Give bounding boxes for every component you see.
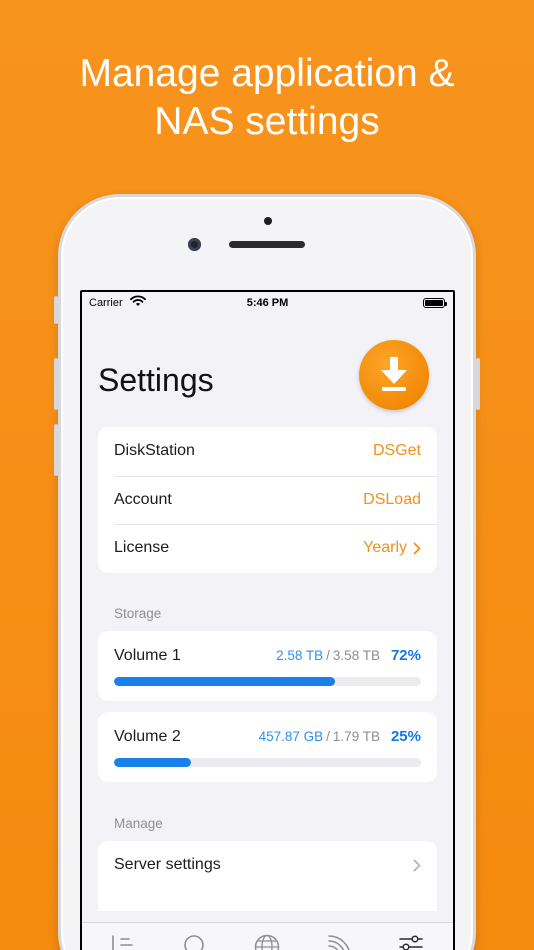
volume-1-total: 3.58 TB [332,648,380,663]
server-settings-row[interactable]: Server settings [98,841,437,890]
account-value: DSLoad [363,490,421,508]
manage-section-label: Manage [114,816,163,831]
download-arrow-icon [381,357,407,391]
volume-2-percent: 25% [390,728,421,745]
account-row[interactable]: Account DSLoad [98,475,437,525]
headline-line-2: NAS settings [154,100,380,143]
tab-bar [82,922,453,950]
rss-icon [328,934,350,950]
license-label: License [114,539,170,557]
globe-icon [255,934,280,950]
phone-volume-up [54,358,58,410]
battery-icon [423,298,447,308]
chevron-right-icon [413,542,421,555]
status-time: 5:46 PM [246,297,289,309]
page-title: Settings [98,362,214,398]
volume-2-separator: / [326,729,330,744]
volume-2-progress-fill [114,758,191,767]
volume-2-name: Volume 2 [114,728,181,745]
headline-line-1: Manage application & [79,52,455,95]
diskstation-row[interactable]: DiskStation DSGet [98,427,437,476]
phone-power-button [476,358,480,410]
account-label: Account [114,490,172,508]
volume-2-card[interactable]: Volume 2 457.87 GB / 1.79 TB 25% [98,712,437,782]
volume-2-used: 457.87 GB [258,729,324,744]
sliders-icon [399,934,423,950]
server-settings-label: Server settings [114,856,221,874]
volume-1-progress-track [114,677,421,686]
volume-2-total: 1.79 TB [332,729,380,744]
headline: Manage application & NAS settings [0,50,534,146]
phone-screen: Carrier 5:46 PM Settings DiskStation DSG… [80,290,455,950]
download-logo-button[interactable] [359,340,429,410]
volume-2-stats: 457.87 GB / 1.79 TB 25% [259,728,421,745]
tab-browse[interactable] [247,927,287,950]
status-bar: Carrier 5:46 PM [82,292,453,314]
license-value: Yearly [363,539,407,557]
volume-1-separator: / [326,648,330,663]
tab-downloads[interactable] [104,927,144,950]
volume-2-progress-track [114,758,421,767]
app-view: Carrier 5:46 PM Settings DiskStation DSG… [82,292,453,950]
chevron-right-icon [413,859,421,872]
diskstation-label: DiskStation [114,442,195,460]
volume-1-stats: 2.58 TB / 3.58 TB 72% [276,647,421,664]
phone-speaker [229,241,305,248]
tab-settings[interactable] [391,927,431,950]
license-value-group: Yearly [363,539,421,557]
phone-sensor [264,217,272,225]
tab-feeds[interactable] [319,927,359,950]
volume-1-percent: 72% [390,647,421,664]
volume-1-card[interactable]: Volume 1 2.58 TB / 3.58 TB 72% [98,631,437,701]
sort-list-icon [112,934,136,950]
manage-card: Server settings [98,841,437,911]
storage-section-label: Storage [114,606,162,621]
tab-search[interactable] [176,927,216,950]
phone-mute-switch [54,296,58,324]
volume-1-used: 2.58 TB [276,648,324,663]
volume-1-name: Volume 1 [114,647,181,664]
phone-camera [188,238,201,251]
account-card: DiskStation DSGet Account DSLoad License… [98,427,437,573]
phone-volume-down [54,424,58,476]
search-icon [183,934,204,950]
license-row[interactable]: License Yearly [98,524,437,573]
volume-1-progress-fill [114,677,336,686]
diskstation-value: DSGet [372,442,421,460]
